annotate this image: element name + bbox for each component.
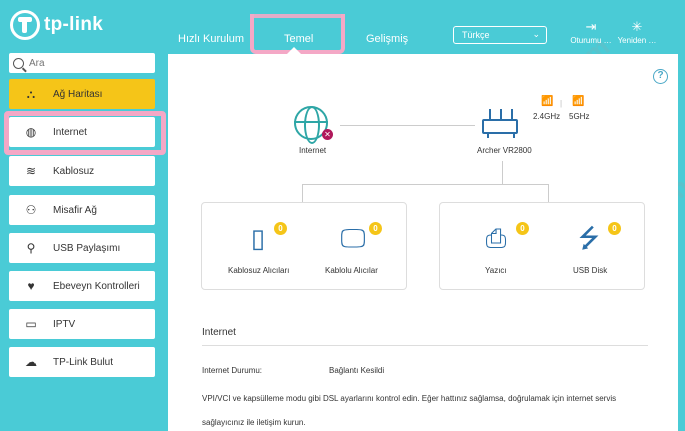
connection-line	[302, 184, 303, 202]
tp-link-logo: tp-link	[10, 10, 103, 40]
connection-line	[340, 125, 475, 126]
sidebar-item-label: TP-Link Bulut	[53, 356, 114, 368]
clients-box: ▯ 0 Kablosuz Alıcıları 🖵 0 Kablolu Alıcı…	[201, 202, 407, 290]
internet-node-label: Internet	[299, 146, 327, 155]
sidebar-item-iptv[interactable]: ▭ IPTV	[9, 309, 155, 339]
language-select[interactable]: Türkçe ⌄	[453, 26, 547, 44]
internet-highlight	[4, 111, 166, 155]
sidebar-item-wireless[interactable]: ≋ Kablosuz	[9, 156, 155, 186]
reboot-label: Yeniden …	[617, 36, 657, 45]
usb-count-badge: 0	[608, 222, 621, 235]
help-icon[interactable]: ?	[653, 69, 668, 84]
guest-icon: ⚇	[25, 203, 37, 217]
search-box[interactable]	[9, 53, 155, 73]
sidebar-item-label: Misafir Ağ	[53, 204, 97, 216]
reboot-icon: ✳	[631, 19, 643, 34]
main-panel: ? ✕ Internet Archer VR2800 📶 2.4GHz | 📶 …	[168, 54, 678, 431]
wired-clients-label: Kablolu Alıcılar	[325, 266, 378, 275]
logout-label: Oturumu …	[570, 36, 612, 45]
disconnected-badge-icon: ✕	[322, 129, 333, 140]
cloud-icon: ☁	[25, 355, 37, 369]
sidebar-item-usb-sharing[interactable]: ⚲ USB Paylaşımı	[9, 233, 155, 263]
sidebar-item-label: USB Paylaşımı	[53, 242, 121, 254]
logo-text: tp-link	[44, 14, 104, 35]
active-tab-pointer	[287, 47, 301, 54]
wireless-icon: ≋	[25, 164, 37, 178]
sidebar-item-network-map[interactable]: ⛬ Ağ Haritası	[9, 79, 155, 109]
wireless-clients-label: Kablosuz Alıcıları	[228, 266, 290, 275]
sidebar-item-parental-controls[interactable]: ♥ Ebeveyn Kontrolleri	[9, 271, 155, 301]
divider	[202, 345, 648, 346]
status-description: VPI/VCI ve kapsülleme modu gibi DSL ayar…	[202, 394, 617, 427]
logout-icon: ⇥	[585, 19, 597, 34]
band-divider: |	[560, 99, 563, 108]
chevron-down-icon: ⌄	[532, 29, 540, 39]
tv-icon: ▭	[25, 317, 37, 331]
sidebar-item-label: IPTV	[53, 318, 76, 330]
band-5-label: 5GHz	[569, 112, 590, 121]
tab-quick-setup[interactable]: Hızlı Kurulum	[178, 31, 244, 47]
connection-line	[302, 184, 548, 185]
tab-advanced[interactable]: Gelişmiş	[366, 31, 408, 47]
internet-status-key: Internet Durumu:	[202, 366, 263, 375]
sidebar-item-guest-network[interactable]: ⚇ Misafir Ağ	[9, 195, 155, 225]
tablet-icon[interactable]: ▯	[238, 225, 278, 251]
wifi-24-icon: 📶	[541, 96, 554, 107]
printer-label: Yazıcı	[485, 266, 507, 275]
internet-status-value: Bağlantı Kesildi	[329, 366, 385, 375]
wifi-5-icon: 📶	[572, 96, 585, 107]
sidebar-item-label: Ağ Haritası	[53, 88, 103, 100]
printer-icon[interactable]: ⎙	[476, 225, 516, 251]
monitor-icon[interactable]: 🖵	[333, 225, 373, 251]
sidebar-item-label: Ebeveyn Kontrolleri	[53, 280, 140, 292]
search-icon	[13, 57, 24, 69]
sidebar-item-tp-link-cloud[interactable]: ☁ TP-Link Bulut	[9, 347, 155, 377]
section-title: Internet	[202, 327, 236, 338]
printer-count-badge: 0	[516, 222, 529, 235]
usb-icon: ⚲	[26, 241, 36, 255]
search-input[interactable]	[29, 57, 149, 69]
reboot-button[interactable]: ✳ Yeniden …	[616, 19, 658, 46]
logout-button[interactable]: ⇥ Oturumu …	[570, 19, 612, 46]
network-map-icon: ⛬	[26, 86, 36, 101]
connection-line	[548, 184, 549, 202]
sidebar-item-label: Kablosuz	[53, 165, 95, 177]
band-24-label: 2.4GHz	[533, 112, 561, 121]
router-icon[interactable]	[482, 109, 518, 138]
language-value: Türkçe	[462, 30, 490, 40]
usb-devices-box: ⎙ 0 Yazıcı ⭍ 0 USB Disk	[439, 202, 645, 290]
usb-disk-label: USB Disk	[573, 266, 608, 275]
wired-count-badge: 0	[369, 222, 382, 235]
heart-icon: ♥	[27, 279, 35, 293]
router-label: Archer VR2800	[477, 146, 532, 155]
usb-drive-icon[interactable]: ⭍	[569, 225, 609, 251]
wireless-count-badge: 0	[274, 222, 287, 235]
connection-line	[502, 161, 503, 184]
tp-link-logo-icon	[10, 10, 40, 40]
